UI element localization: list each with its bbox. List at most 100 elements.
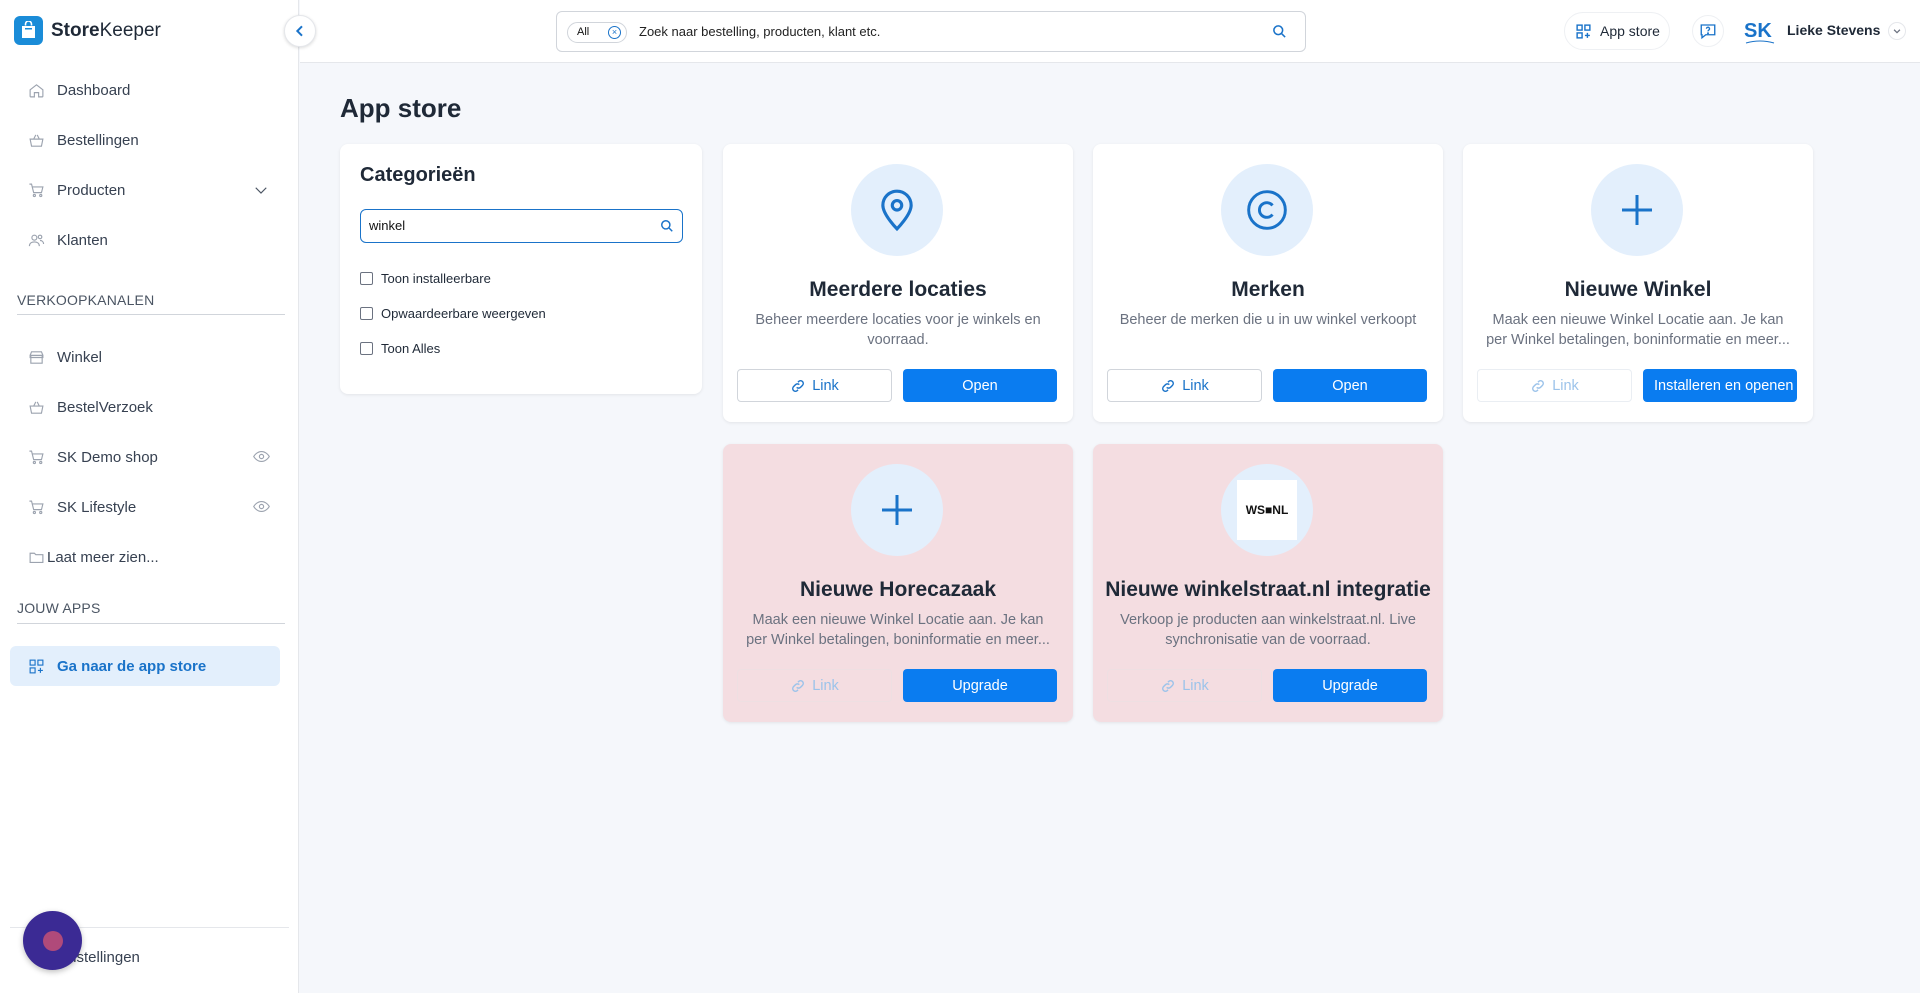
categories-panel: Categorieën Toon installeerbare Opwaarde…: [340, 144, 702, 394]
filter-installable[interactable]: Toon installeerbare: [360, 271, 491, 286]
sidebar-item-producten[interactable]: Producten: [10, 170, 280, 210]
app-card-nieuwe-winkel: Nieuwe Winkel Maak een nieuwe Winkel Loc…: [1463, 144, 1813, 422]
app-link-button[interactable]: Link: [1107, 669, 1262, 702]
search-scope-chip[interactable]: All ×: [567, 22, 627, 43]
filter-upgradable[interactable]: Opwaardeerbare weergeven: [360, 306, 546, 321]
app-card-title: Nieuwe Horecazaak: [799, 578, 997, 601]
app-link-button[interactable]: Link: [737, 669, 892, 702]
app-store-button[interactable]: App store: [1564, 12, 1670, 50]
link-icon: [1532, 379, 1545, 392]
sidebar-item-label: Dashboard: [57, 81, 131, 99]
help-chat-icon: [1700, 24, 1716, 40]
link-label: Link: [812, 677, 839, 694]
app-open-button[interactable]: Open: [903, 369, 1057, 402]
user-menu-chevron-icon[interactable]: [1888, 22, 1906, 40]
users-icon: [28, 234, 45, 246]
chat-widget-button[interactable]: [23, 911, 82, 970]
link-icon: [792, 679, 805, 692]
sidebar-item-dashboard[interactable]: Dashboard: [10, 70, 280, 110]
sidebar-item-app-store[interactable]: Ga naar de app store: [10, 646, 280, 686]
app-card-merken: Merken Beheer de merken die u in uw wink…: [1093, 144, 1443, 422]
user-name[interactable]: Lieke Stevens: [1787, 22, 1880, 38]
link-icon: [792, 379, 805, 392]
sidebar-item-label: Winkel: [57, 348, 103, 366]
app-upgrade-button[interactable]: Upgrade: [1273, 669, 1427, 702]
folder-icon: [29, 552, 44, 563]
app-card-description: Beheer de merken die u in uw winkel verk…: [1119, 312, 1417, 328]
store-icon: [29, 350, 44, 364]
copyright-icon: [1221, 164, 1313, 256]
search-input[interactable]: [639, 12, 1239, 51]
home-icon: [29, 83, 44, 97]
plus-icon: [851, 464, 943, 556]
chevron-down-icon[interactable]: [252, 181, 270, 199]
app-link-button[interactable]: Link: [1477, 369, 1632, 402]
sidebar-item-winkel[interactable]: Winkel: [10, 337, 280, 377]
apps-icon: [1576, 23, 1591, 39]
divider: [17, 623, 285, 624]
filter-label: Toon Alles: [381, 341, 441, 356]
map-pin-icon: [851, 164, 943, 256]
show-more-label: Laat meer zien...: [47, 548, 159, 566]
sidebar-item-sk-lifestyle[interactable]: SK Lifestyle: [10, 487, 280, 527]
sidebar-item-klanten[interactable]: Klanten: [10, 220, 280, 260]
brand-name: StoreKeeper: [51, 19, 161, 41]
eye-icon[interactable]: [253, 448, 270, 465]
search-scope-label: All: [577, 26, 590, 38]
collapse-sidebar-button[interactable]: [284, 15, 316, 47]
chevron-left-icon: [295, 25, 303, 37]
link-label: Link: [1182, 677, 1209, 694]
app-card-nieuwe-horecazaak: Nieuwe Horecazaak Maak een nieuwe Winkel…: [723, 444, 1073, 722]
show-more-link[interactable]: Laat meer zien...: [10, 537, 280, 577]
sidebar-item-label: Klanten: [57, 231, 108, 249]
sidebar-item-label: Ga naar de app store: [57, 657, 207, 675]
app-card-meerdere-locaties: Meerdere locaties Beheer meerdere locati…: [723, 144, 1073, 422]
category-search-input[interactable]: [369, 210, 649, 241]
avatar[interactable]: SK: [1742, 17, 1778, 47]
checkbox[interactable]: [360, 272, 373, 285]
app-install-button[interactable]: Installeren en openen: [1643, 369, 1797, 402]
categories-title: Categorieën: [360, 164, 476, 186]
sidebar-item-sk-demo-shop[interactable]: SK Demo shop: [10, 437, 280, 477]
divider: [17, 314, 285, 315]
help-button[interactable]: [1692, 15, 1724, 47]
link-label: Link: [1552, 377, 1579, 394]
app-link-button[interactable]: Link: [1107, 369, 1262, 402]
search-icon[interactable]: [1272, 24, 1287, 39]
filter-show-all[interactable]: Toon Alles: [360, 341, 440, 356]
basket-icon: [29, 401, 44, 414]
plus-icon: [1591, 164, 1683, 256]
checkbox[interactable]: [360, 307, 373, 320]
app-card-description: Maak een nieuwe Winkel Locatie aan. Je k…: [746, 612, 1050, 648]
section-title-verkoopkanalen: VERKOOPKANALEN: [17, 292, 155, 308]
section-title-jouw-apps: JOUW APPS: [17, 600, 101, 616]
sidebar-item-bestellingen[interactable]: Bestellingen: [10, 120, 280, 160]
link-icon: [1162, 679, 1175, 692]
app-open-button[interactable]: Open: [1273, 369, 1427, 402]
apps-icon: [29, 659, 44, 673]
top-header: All × App store SK Lieke Stevens: [300, 0, 1920, 63]
sidebar-item-bestelverzoek[interactable]: BestelVerzoek: [10, 387, 280, 427]
link-label: Link: [812, 377, 839, 394]
sidebar-item-label: SK Lifestyle: [57, 498, 137, 516]
filter-label: Toon installeerbare: [381, 271, 491, 286]
sidebar-item-label: Bestellingen: [57, 131, 139, 149]
app-store-label: App store: [1600, 23, 1660, 39]
chat-icon: [42, 930, 63, 951]
clear-scope-icon[interactable]: ×: [608, 26, 621, 39]
page-title: App store: [340, 93, 462, 123]
eye-icon[interactable]: [253, 498, 270, 515]
brand-logo[interactable]: StoreKeeper: [14, 16, 161, 45]
basket-icon: [29, 134, 44, 147]
checkbox[interactable]: [360, 342, 373, 355]
app-upgrade-button[interactable]: Upgrade: [903, 669, 1057, 702]
search-icon[interactable]: [660, 219, 674, 233]
sidebar: StoreKeeper Dashboard Bestellingen Produ…: [0, 0, 299, 993]
wsnl-logo: WS■NL: [1237, 480, 1297, 540]
app-link-button[interactable]: Link: [737, 369, 892, 402]
app-card-description: Beheer meerdere locaties voor je winkels…: [755, 312, 1041, 348]
sidebar-item-label: Producten: [57, 181, 126, 199]
category-search: [360, 209, 683, 243]
app-card-description: Verkoop je producten aan winkelstraat.nl…: [1120, 612, 1416, 648]
avatar-logo-text: SK: [1744, 20, 1772, 42]
